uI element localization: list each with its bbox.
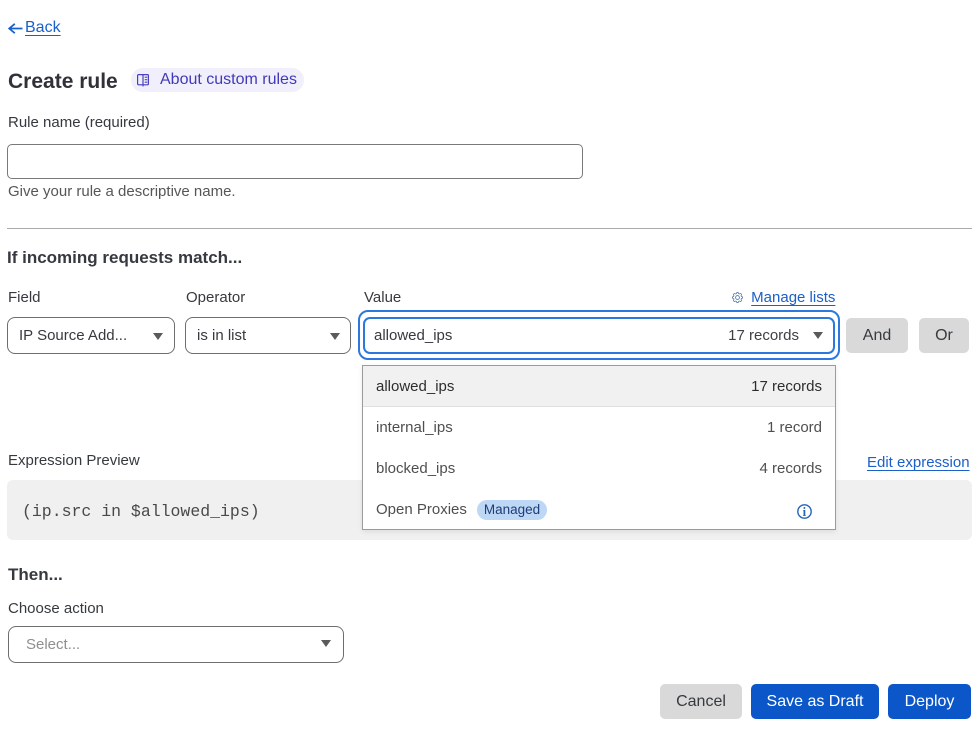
svg-text:i: i bbox=[803, 504, 807, 518]
